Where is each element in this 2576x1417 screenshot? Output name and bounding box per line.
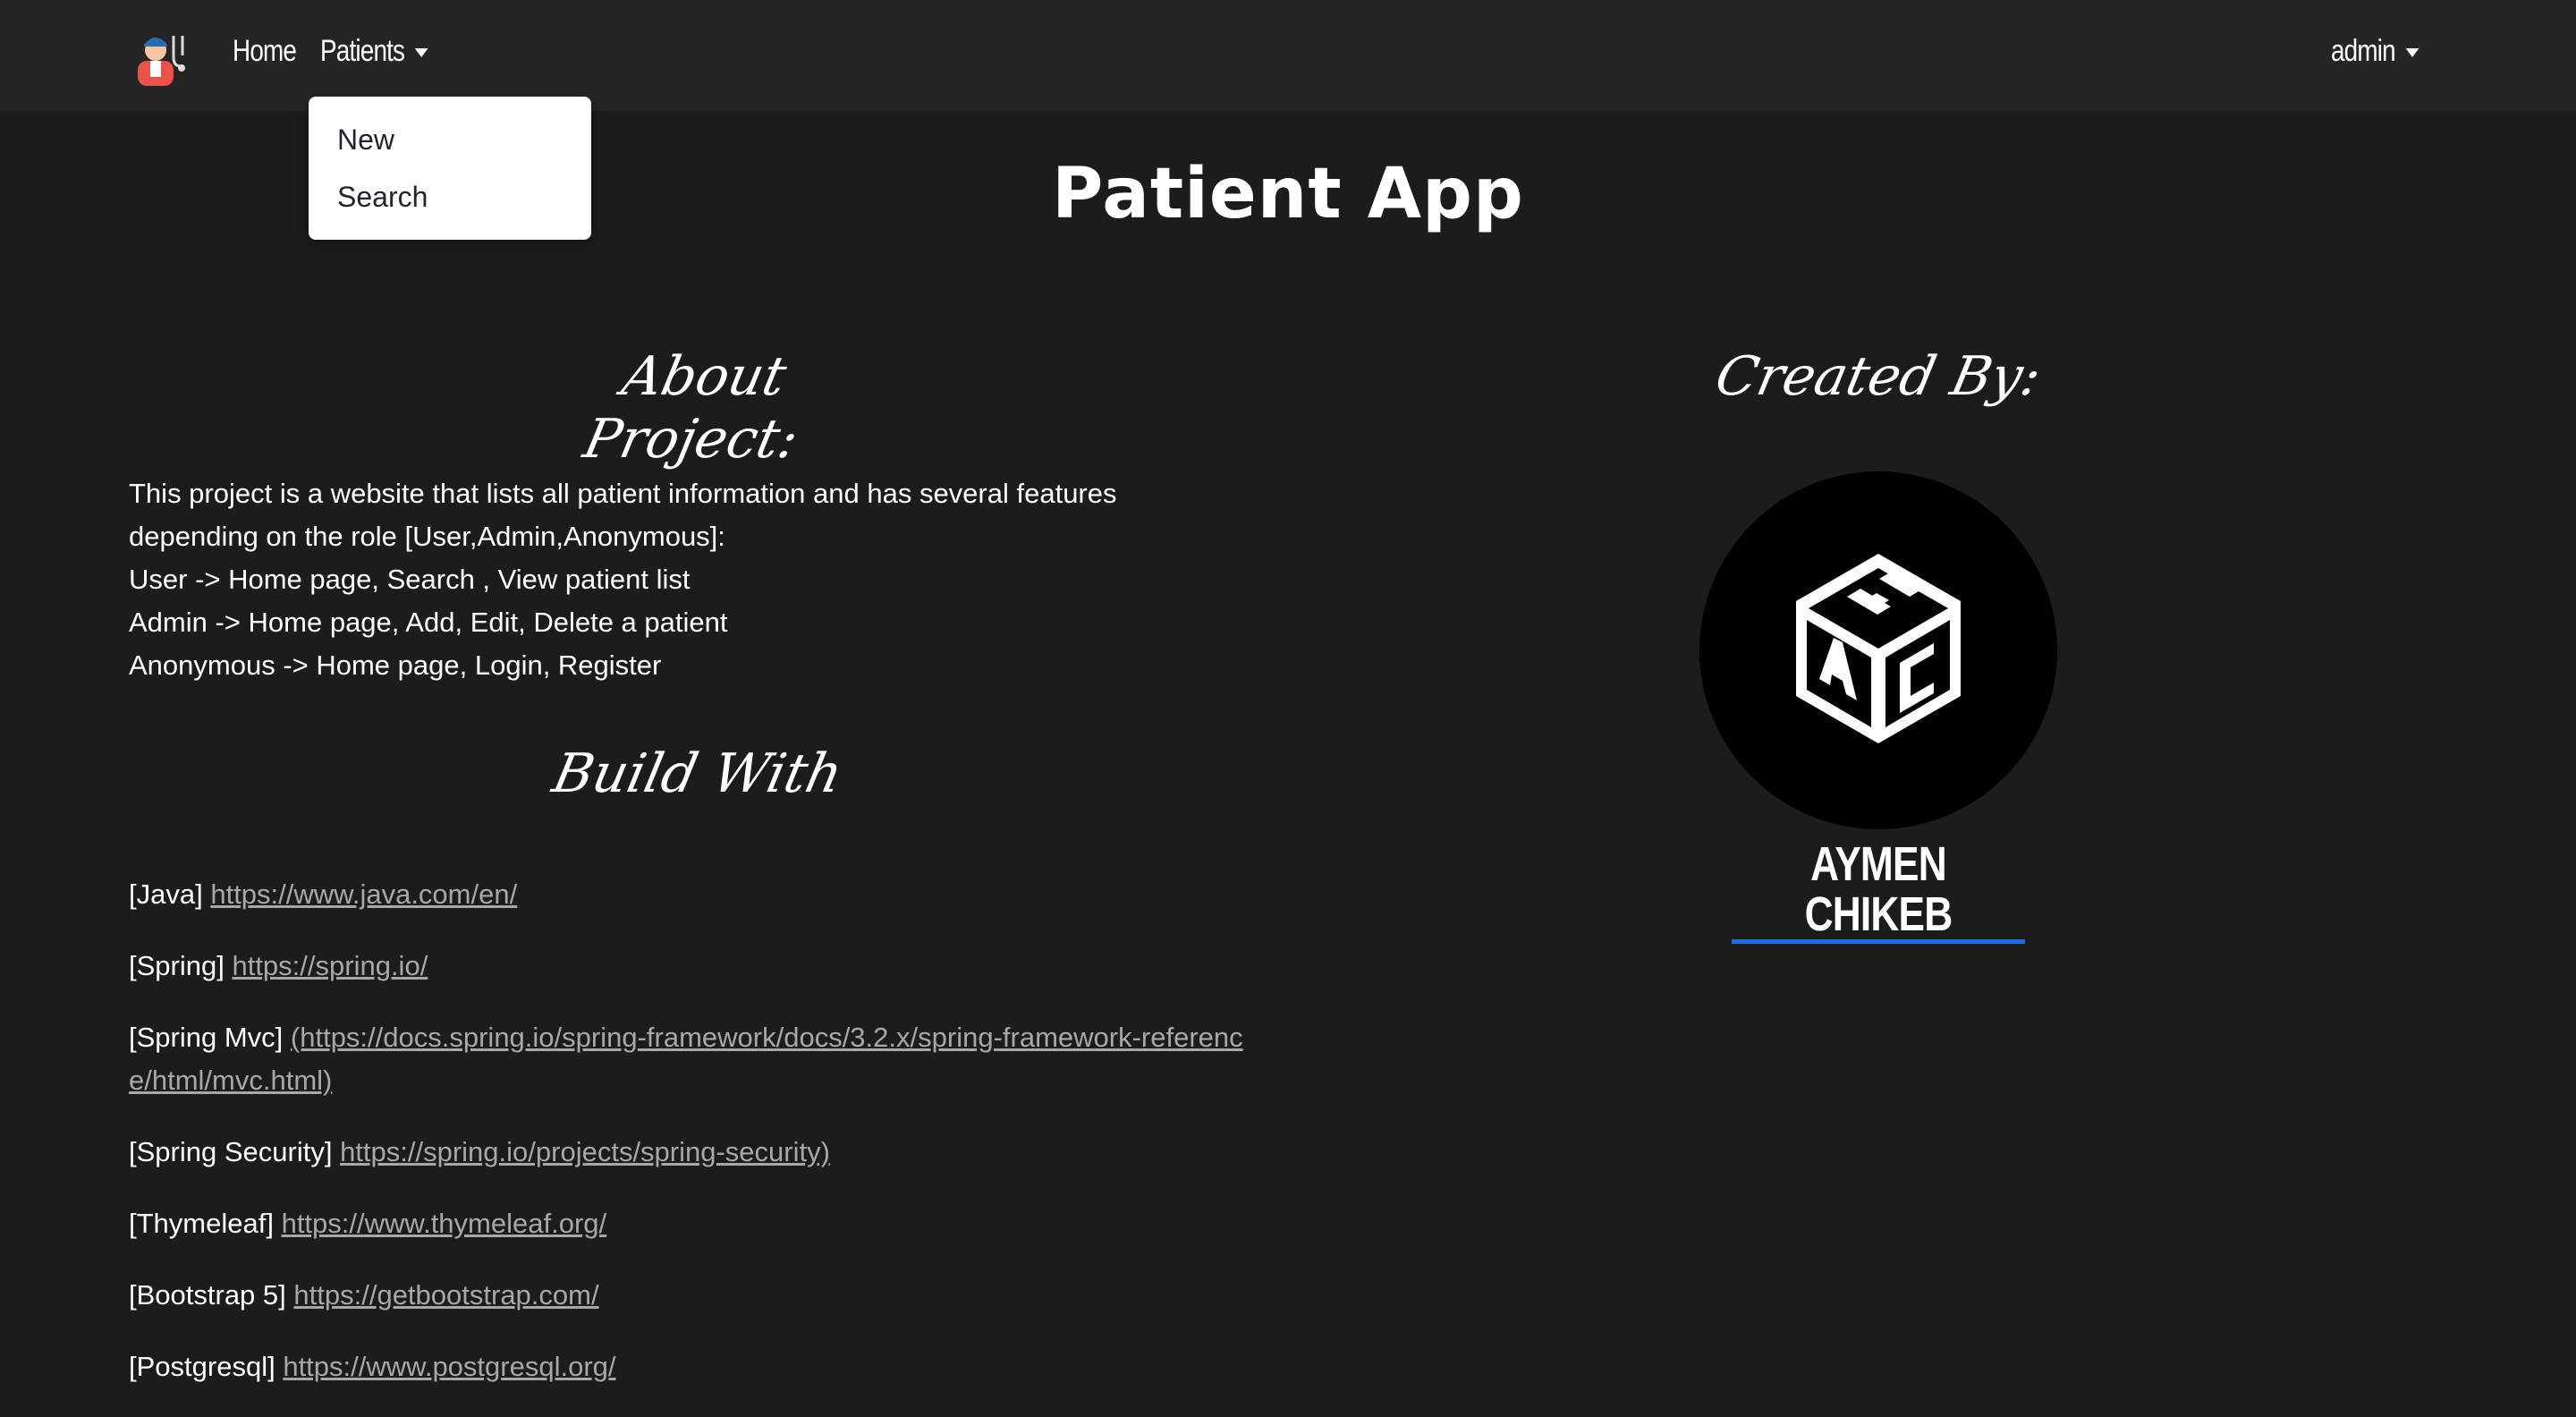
chevron-down-icon [2405,48,2419,58]
about-line: This project is a website that lists all… [129,478,1117,509]
page-title: Patient App [1052,154,1524,234]
nav-user-dropdown[interactable]: admin [2331,34,2419,69]
hac-cube-logo-icon [1796,554,1961,743]
build-item-link[interactable]: https://www.postgresql.org/ [283,1351,615,1382]
about-line: depending on the role [User,Admin,Anonym… [129,521,725,552]
nav-user-label: admin [2331,34,2396,68]
build-item-link[interactable]: https://spring.io/ [232,950,428,981]
build-item-link[interactable]: https://www.java.com/en/ [210,878,517,910]
build-item-thymeleaf: [Thymeleaf] https://www.thymeleaf.org/ [129,1202,1256,1245]
doctor-icon[interactable] [132,30,191,86]
build-item-name: [Thymeleaf] [129,1208,274,1239]
build-item-link[interactable]: (https://docs.spring.io/spring-framework… [129,1022,1243,1096]
nav-patients-dropdown[interactable]: Patients [320,34,428,69]
build-item-spring-mvc: [Spring Mvc] (https://docs.spring.io/spr… [129,1016,1256,1102]
about-line: Admin -> Home page, Add, Edit, Delete a … [129,607,728,638]
creator-heading: Created By: [1709,345,2047,408]
creator-avatar [1699,471,2057,829]
build-item-bootstrap: [Bootstrap 5] https://getbootstrap.com/ [129,1274,1256,1317]
build-item-link[interactable]: https://www.thymeleaf.org/ [282,1208,607,1239]
build-item-spring-security: [Spring Security] https://spring.io/proj… [129,1131,1256,1174]
build-item-postgresql: [Postgresql] https://www.postgresql.org/ [129,1345,1256,1388]
build-item-spring: [Spring] https://spring.io/ [129,945,1256,988]
build-item-name: [Spring Security] [129,1136,333,1167]
top-navbar: Home Patients admin [0,0,2576,111]
nav-home-link[interactable]: Home [233,34,297,69]
creator-name: AYMEN CHIKEB [1732,839,2025,944]
build-item-name: [Spring] [129,950,225,981]
about-heading: About Project: [578,345,804,471]
build-heading: Build With [547,742,849,805]
build-item-name: [Java] [129,878,203,910]
dropdown-item-new[interactable]: New [337,123,394,157]
nav-home-label: Home [233,34,297,68]
build-item-link[interactable]: https://spring.io/projects/spring-securi… [340,1136,830,1167]
about-line: Anonymous -> Home page, Login, Register [129,649,662,681]
build-item-name: [Spring Mvc] [129,1022,284,1053]
nav-patients-label: Patients [320,34,405,68]
build-item-java: [Java] https://www.java.com/en/ [129,873,1256,916]
chevron-down-icon [414,48,428,58]
build-item-name: [Postgresql] [129,1351,275,1382]
about-description: This project is a website that lists all… [129,472,1256,687]
about-line: User -> Home page, Search , View patient… [129,564,691,595]
build-item-link[interactable]: https://getbootstrap.com/ [293,1279,598,1311]
creator-name-link[interactable]: AYMEN CHIKEB [1699,839,2057,944]
build-item-name: [Bootstrap 5] [129,1279,286,1311]
